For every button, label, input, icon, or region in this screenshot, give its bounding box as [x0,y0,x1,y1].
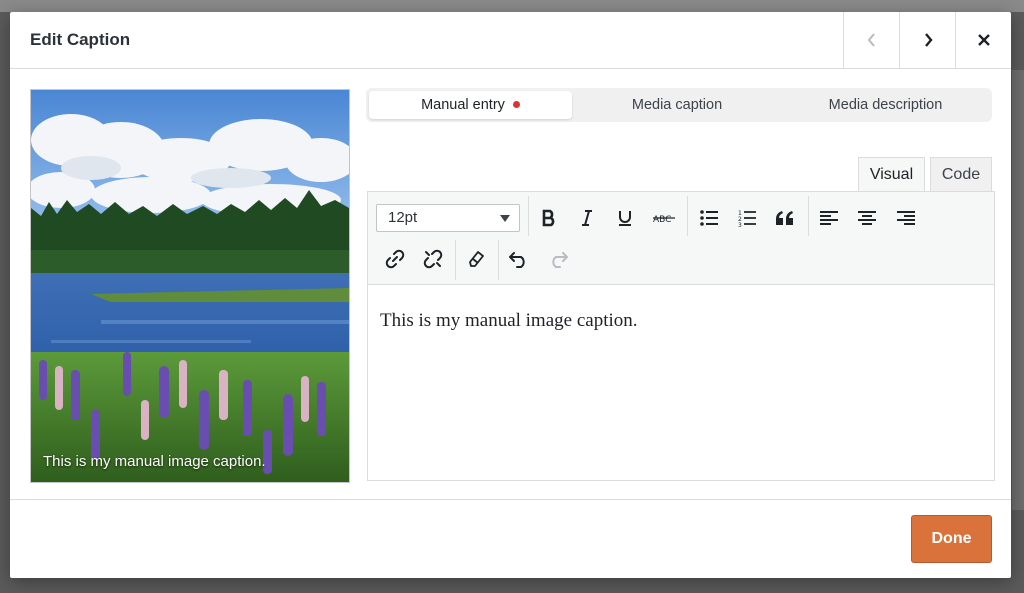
caption-editor: 12pt ABC 1 2 3 This is my manual image c… [367,191,995,481]
undo-button[interactable] [504,244,534,274]
toolbar-divider [528,196,529,236]
done-button[interactable]: Done [911,515,992,563]
svg-text:3: 3 [738,222,742,227]
modal-title: Edit Caption [30,30,131,49]
align-center-icon [858,211,876,225]
eraser-icon [469,251,484,267]
link-button[interactable] [380,244,410,274]
previous-button[interactable] [843,12,900,68]
tab-code[interactable]: Code [930,157,992,191]
unsaved-indicator-dot [512,100,520,108]
redo-button[interactable] [543,244,573,274]
close-icon [978,34,990,46]
toolbar-divider [455,240,456,280]
align-left-button[interactable] [814,203,844,233]
align-center-button[interactable] [852,203,882,233]
modal-header: Edit Caption [10,12,1011,69]
tab-media-caption[interactable]: Media caption [574,91,780,119]
tab-manual-entry[interactable]: Manual entry [369,91,572,119]
italic-icon [582,210,592,226]
undo-icon [509,252,525,268]
redo-icon [552,252,568,268]
chevron-right-icon [925,33,933,47]
close-button[interactable] [955,12,1012,68]
modal-footer: Done [10,499,1011,578]
image-caption-overlay: This is my manual image caption. [43,453,266,470]
toolbar-divider [808,196,809,236]
background-page-edge [1012,70,1024,510]
align-right-icon [897,211,915,225]
unlink-button[interactable] [418,244,448,274]
numbered-list-icon: 1 2 3 [738,210,756,227]
blockquote-icon [776,211,793,225]
landscape-image [31,90,349,482]
underline-icon [619,211,631,226]
bulleted-list-button[interactable] [694,203,724,233]
align-right-button[interactable] [891,203,921,233]
strikethrough-button[interactable]: ABC [649,203,679,233]
chevron-left-icon [867,33,875,47]
clear-formatting-button[interactable] [461,244,491,274]
italic-button[interactable] [572,203,602,233]
font-size-select[interactable]: 12pt [376,204,520,232]
align-left-icon [820,211,838,225]
numbered-list-button[interactable]: 1 2 3 [732,203,762,233]
toolbar-divider [498,240,499,280]
tab-manual-entry-label: Manual entry [421,97,505,113]
caption-source-switcher: Manual entry Media caption Media descrip… [366,88,992,122]
editor-toolbar: 12pt ABC 1 2 3 [368,192,994,285]
strikethrough-icon: ABC [653,215,675,225]
toolbar-divider [687,196,688,236]
image-preview: This is my manual image caption. [30,89,350,483]
chevron-down-icon [500,215,510,222]
link-icon [385,249,405,269]
bold-icon [542,209,555,227]
tab-media-description[interactable]: Media description [782,91,989,119]
svg-text:ABC: ABC [653,215,671,225]
bulleted-list-icon [700,210,718,226]
underline-button[interactable] [610,203,640,233]
bold-button[interactable] [534,203,564,233]
edit-caption-modal: Edit Caption This is my manual image cap… [10,12,1011,578]
tab-visual[interactable]: Visual [858,157,925,191]
blockquote-button[interactable] [770,203,800,233]
background-page [0,0,1024,12]
editor-content[interactable]: This is my manual image caption. [380,310,638,332]
unlink-icon [423,249,443,269]
font-size-value: 12pt [388,209,418,226]
next-button[interactable] [899,12,956,68]
